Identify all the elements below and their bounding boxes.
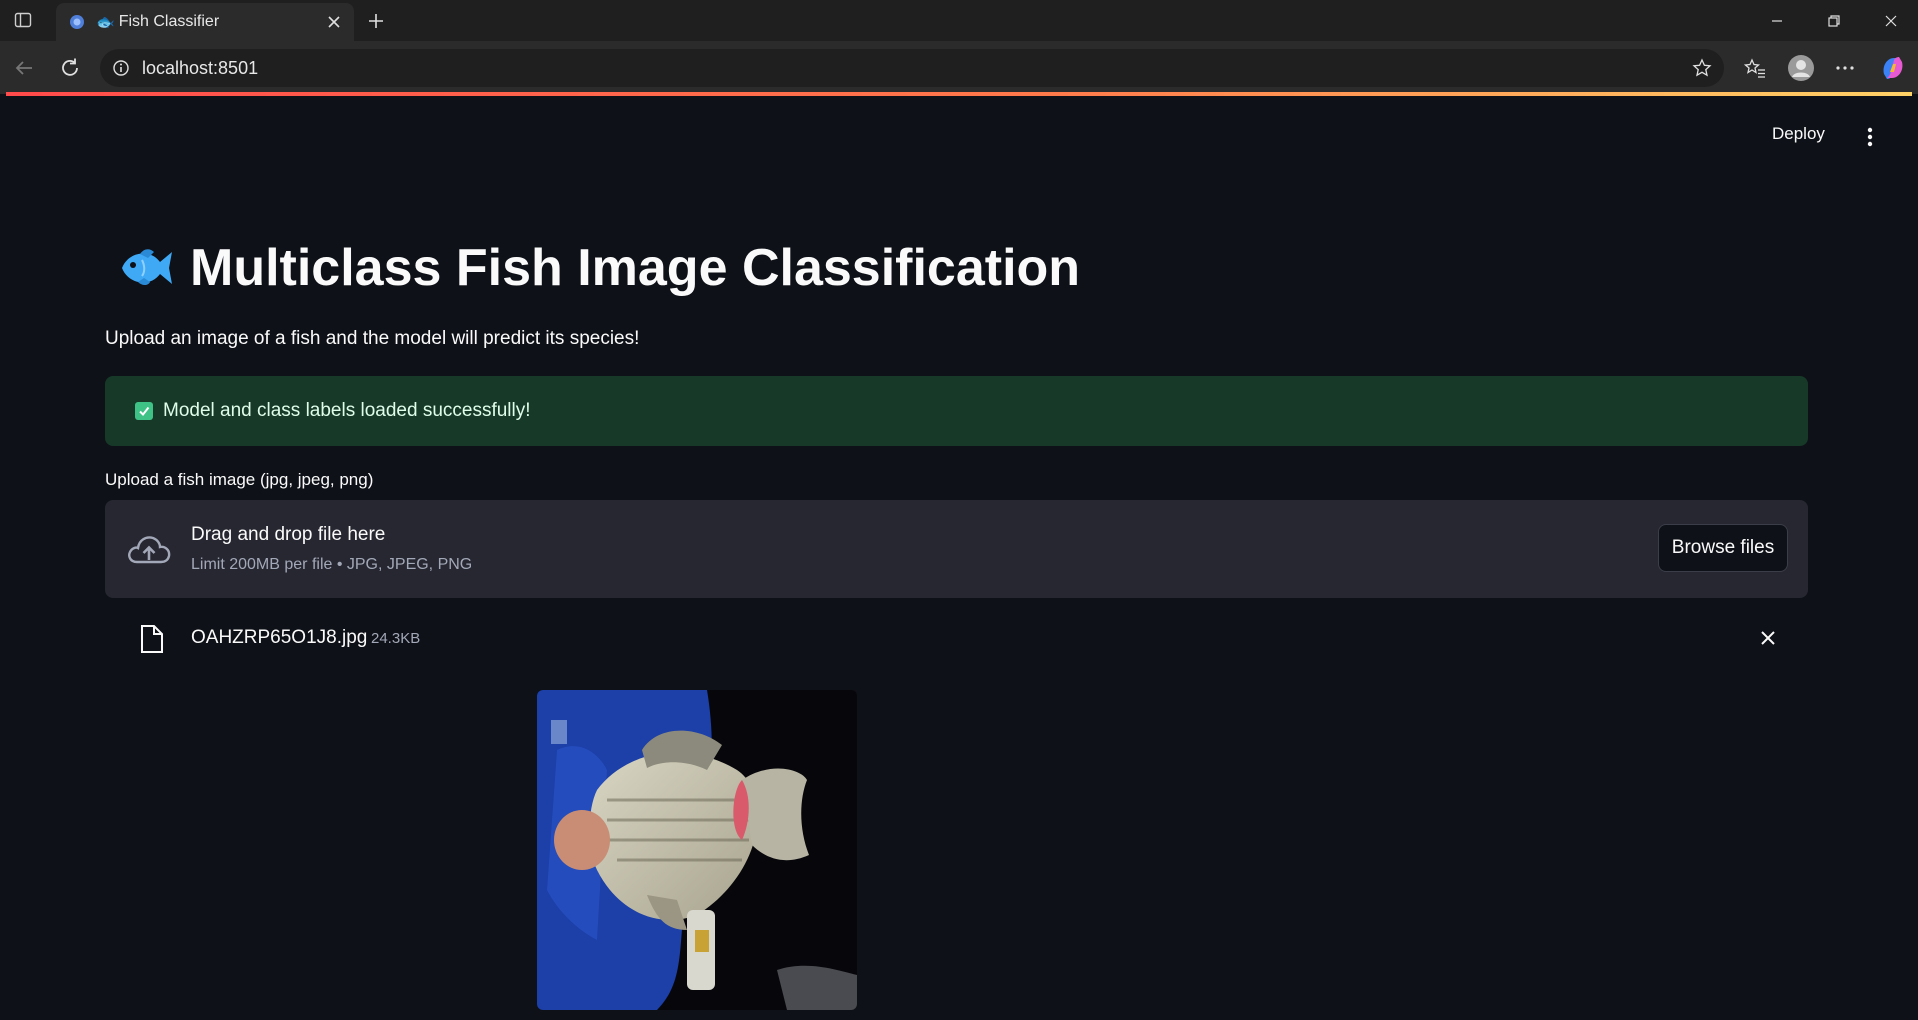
success-alert: Model and class labels loaded successful… [105,376,1808,446]
uploaded-fish-image [537,690,857,1010]
browser-tab[interactable]: 🐟 Fish Classifier [56,3,354,41]
file-dropzone[interactable]: Drag and drop file here Limit 200MB per … [105,500,1808,598]
page-title-row: Multiclass Fish Image Classification [114,238,1080,298]
streamlit-app: Deploy Multiclass Fish Image Classificat… [6,96,1912,1020]
browse-files-button[interactable]: Browse files [1658,524,1788,572]
success-message: Model and class labels loaded successful… [163,400,531,421]
close-window-icon[interactable] [1878,8,1904,34]
cloud-upload-icon [128,536,171,564]
streamlit-favicon-icon [68,13,86,31]
url-text: localhost:8501 [142,57,259,78]
site-info-icon[interactable] [112,59,130,77]
tab-title: Fish Classifier [118,13,220,30]
check-mark-icon [135,402,153,420]
reload-icon[interactable] [56,54,84,82]
page-title: Multiclass Fish Image Classification [190,239,1081,297]
copilot-icon[interactable] [1878,53,1908,83]
dropzone-limits: Limit 200MB per file • JPG, JPEG, PNG [191,556,473,573]
minimize-icon[interactable] [1764,8,1790,34]
main-menu-icon[interactable] [1860,126,1880,148]
new-tab-icon[interactable] [364,9,388,33]
browser-titlebar: 🐟 Fish Classifier [0,0,1918,41]
address-bar[interactable]: localhost:8501 [100,49,1724,87]
restore-icon[interactable] [1821,8,1847,34]
uploaded-file-row: OAHZRP65O1J8.jpg 24.3KB [105,616,1808,660]
profile-avatar-icon[interactable] [1786,53,1816,83]
back-arrow-icon[interactable] [10,54,38,82]
more-options-icon[interactable] [1830,53,1860,83]
favorites-icon[interactable] [1740,53,1770,83]
sidebar-toggle-icon[interactable] [14,11,32,29]
browser-toolbar: localhost:8501 [0,41,1918,94]
fish-icon [122,249,172,285]
tab-fish-emoji: 🐟 [96,14,115,31]
tab-close-icon[interactable] [324,12,344,32]
favorite-star-icon[interactable] [1692,58,1712,78]
uploaded-file-size: 24.3KB [371,630,421,647]
uploader-label: Upload a fish image (jpg, jpeg, png) [105,470,374,489]
page-subtitle: Upload an image of a fish and the model … [105,328,640,349]
uploaded-file-name: OAHZRP65O1J8.jpg [191,627,368,648]
dropzone-instructions: Drag and drop file here [191,524,386,545]
file-icon [141,625,163,653]
remove-file-icon[interactable] [1758,628,1778,648]
deploy-button[interactable]: Deploy [1772,124,1825,144]
